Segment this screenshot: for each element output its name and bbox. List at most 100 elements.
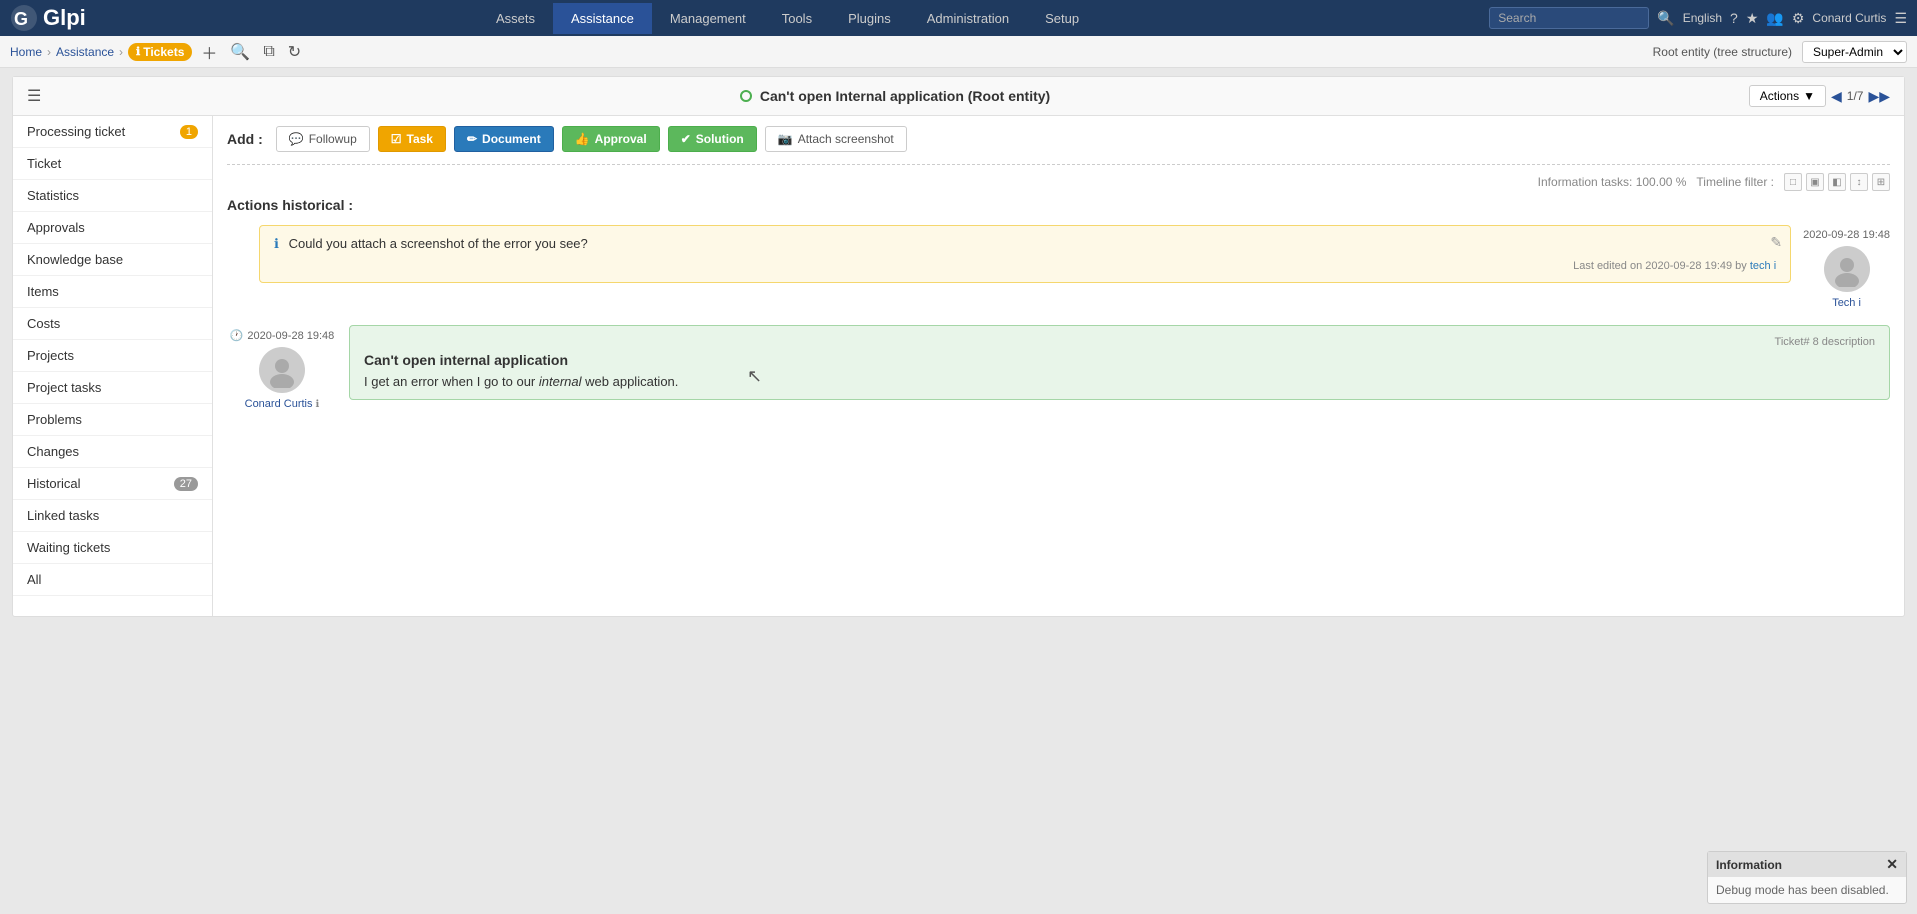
timeline-filter-label: Timeline filter :: [1696, 175, 1774, 189]
search-input[interactable]: [1489, 7, 1649, 29]
tickets-badge[interactable]: ℹ Tickets: [128, 43, 192, 61]
document-button[interactable]: ✏ Document: [454, 126, 554, 152]
refresh-icon[interactable]: ↻: [284, 40, 305, 64]
breadcrumb-home[interactable]: Home: [10, 45, 42, 59]
user-name[interactable]: Conard Curtis: [1812, 11, 1886, 25]
ticket-actions-right: Actions ▼ ◀ 1/7 ▶▶: [1749, 85, 1890, 107]
nav-assets[interactable]: Assets: [478, 3, 553, 34]
timestamp-right: 2020-09-28 19:48: [1803, 229, 1890, 241]
edit-icon[interactable]: ✎: [1770, 234, 1782, 251]
secondary-nav: Home › Assistance › ℹ Tickets ＋ 🔍 ⧉ ↻ Ro…: [0, 36, 1917, 68]
next-arrow[interactable]: ▶▶: [1868, 88, 1890, 105]
ticket-ref: Ticket# 8 description: [364, 336, 1875, 348]
info-panel-body: Debug mode has been disabled.: [1708, 877, 1906, 903]
tech-label: Tech i: [1832, 297, 1861, 309]
approval-icon: 👍: [575, 132, 590, 146]
nav-tools[interactable]: Tools: [764, 3, 830, 34]
nav-assistance[interactable]: Assistance: [553, 3, 652, 34]
timeline-icon-3[interactable]: ◧: [1828, 173, 1846, 191]
language-selector[interactable]: English: [1683, 11, 1722, 25]
timeline-icon-1[interactable]: □: [1784, 173, 1802, 191]
role-select[interactable]: Super-Admin: [1802, 41, 1907, 63]
followup-icon: 💬: [289, 132, 304, 146]
sidebar-label-kb: Knowledge base: [27, 252, 123, 267]
filter-icon[interactable]: ⧉: [259, 41, 278, 63]
add-row: Add : 💬 Followup ☑ Task ✏ Document 👍: [227, 126, 1890, 152]
sidebar-item-problems[interactable]: Problems: [13, 404, 212, 436]
nav-administration[interactable]: Administration: [909, 3, 1027, 34]
ticket-header: ☰ Can't open Internal application (Root …: [13, 77, 1904, 116]
tech-name[interactable]: Tech i: [1832, 297, 1861, 309]
task-button[interactable]: ☑ Task: [378, 126, 446, 152]
top-bar-right: 🔍 English ? ★ 👥 ⚙ Conard Curtis ☰: [1489, 7, 1907, 29]
search-tickets-icon[interactable]: 🔍: [226, 40, 254, 64]
conard-name[interactable]: Conard Curtis ℹ: [245, 398, 320, 410]
list-icon[interactable]: ☰: [27, 86, 41, 106]
timeline-info: Information tasks: 100.00 % Timeline fil…: [227, 173, 1890, 191]
bookmark-icon[interactable]: ★: [1746, 10, 1759, 27]
sidebar-item-costs[interactable]: Costs: [13, 308, 212, 340]
sidebar-label-historical: Historical: [27, 476, 80, 491]
nav-setup[interactable]: Setup: [1027, 3, 1097, 34]
nav-management[interactable]: Management: [652, 3, 764, 34]
sidebar-label-ticket: Ticket: [27, 156, 61, 171]
user-info-icon: ℹ: [316, 399, 320, 410]
solution-icon: ✔: [681, 132, 691, 146]
ticket-panel: ☰ Can't open Internal application (Root …: [12, 76, 1905, 617]
sidebar-item-items[interactable]: Items: [13, 276, 212, 308]
footer-text: Last edited on 2020-09-28 19:49 by: [1573, 260, 1750, 272]
nav-plugins[interactable]: Plugins: [830, 3, 909, 34]
info-panel: Information ✕ Debug mode has been disabl…: [1707, 851, 1907, 904]
sidebar-item-changes[interactable]: Changes: [13, 436, 212, 468]
info-panel-title: Information: [1716, 858, 1782, 872]
sidebar-label-projects: Projects: [27, 348, 74, 363]
gear-icon[interactable]: ⚙: [1792, 10, 1805, 27]
sidebar-item-processing-ticket[interactable]: Processing ticket 1: [13, 116, 212, 148]
clock-row: 🕐 2020-09-28 19:48: [230, 329, 335, 342]
sidebar-label-linked-tasks: Linked tasks: [27, 508, 99, 523]
sidebar-item-waiting-tickets[interactable]: Waiting tickets: [13, 532, 212, 564]
info-panel-close[interactable]: ✕: [1886, 856, 1898, 873]
sidebar-item-statistics[interactable]: Statistics: [13, 180, 212, 212]
sidebar-item-historical[interactable]: Historical 27: [13, 468, 212, 500]
screenshot-button[interactable]: 📷 Attach screenshot: [765, 126, 907, 152]
logo[interactable]: G Glpi: [10, 4, 86, 32]
sidebar-label-project-tasks: Project tasks: [27, 380, 101, 395]
sidebar-item-project-tasks[interactable]: Project tasks: [13, 372, 212, 404]
tickets-count: ℹ: [136, 45, 140, 58]
ticket-description-title: Can't open internal application: [364, 352, 1875, 368]
sidebar-item-projects[interactable]: Projects: [13, 340, 212, 372]
sidebar-item-knowledge-base[interactable]: Knowledge base: [13, 244, 212, 276]
breadcrumb-assistance[interactable]: Assistance: [56, 45, 114, 59]
timeline-icon-5[interactable]: ⊞: [1872, 173, 1890, 191]
sidebar-item-linked-tasks[interactable]: Linked tasks: [13, 500, 212, 532]
actions-label: Actions: [1760, 89, 1799, 103]
approval-button[interactable]: 👍 Approval: [562, 126, 660, 152]
followup-button[interactable]: 💬 Followup: [276, 126, 370, 152]
add-ticket-icon[interactable]: ＋: [197, 38, 221, 66]
sidebar-item-ticket[interactable]: Ticket: [13, 148, 212, 180]
users-icon[interactable]: 👥: [1766, 10, 1783, 27]
sidebar-label-all: All: [27, 572, 41, 587]
timeline-entry-1: ✎ ℹ Could you attach a screenshot of the…: [227, 225, 1890, 309]
timeline-icon-2[interactable]: ▣: [1806, 173, 1824, 191]
hamburger-icon[interactable]: ☰: [1894, 10, 1907, 27]
help-icon[interactable]: ?: [1730, 10, 1738, 26]
search-icon[interactable]: 🔍: [1657, 10, 1674, 27]
message-bubble-yellow: ✎ ℹ Could you attach a screenshot of the…: [259, 225, 1791, 283]
solution-button[interactable]: ✔ Solution: [668, 126, 757, 152]
sidebar-item-approvals[interactable]: Approvals: [13, 212, 212, 244]
tickets-label: Tickets: [143, 45, 184, 59]
screenshot-icon: 📷: [778, 132, 793, 146]
prev-arrow[interactable]: ◀: [1831, 88, 1842, 105]
pagination-text: 1/7: [1847, 89, 1864, 103]
timeline-icon-4[interactable]: ↕: [1850, 173, 1868, 191]
info-icon: ℹ: [274, 236, 279, 251]
sidebar-label-processing: Processing ticket: [27, 124, 125, 139]
sidebar-item-all[interactable]: All: [13, 564, 212, 596]
message-footer-yellow: Last edited on 2020-09-28 19:49 by tech …: [274, 260, 1776, 272]
footer-link[interactable]: tech i: [1750, 260, 1776, 272]
clock-icon: 🕐: [230, 329, 244, 342]
conard-label: Conard Curtis: [245, 398, 316, 410]
actions-button[interactable]: Actions ▼: [1749, 85, 1826, 107]
